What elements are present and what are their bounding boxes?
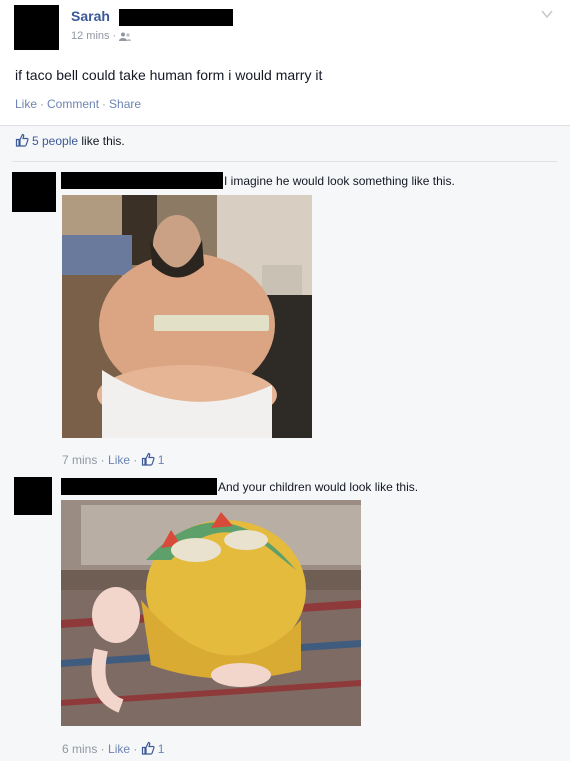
thumbs-up-icon [141, 741, 155, 755]
comment-meta: 6 mins · Like · 1 [62, 741, 165, 756]
author-name[interactable]: Sarah [71, 8, 110, 24]
post-meta: 12 mins · [71, 30, 132, 42]
redacted-surname [119, 9, 233, 26]
redacted-commenter-name [61, 172, 223, 189]
post-timestamp[interactable]: 12 mins [71, 30, 110, 42]
comment-meta: 7 mins · Like · 1 [62, 452, 165, 467]
chevron-down-icon[interactable] [541, 8, 553, 20]
comment-timestamp[interactable]: 6 mins [62, 742, 97, 756]
comment-like-count[interactable]: 1 [158, 453, 165, 467]
comment-photo[interactable] [61, 500, 361, 726]
divider [12, 161, 557, 162]
author-avatar[interactable] [14, 5, 59, 50]
thumbs-up-icon [141, 452, 155, 466]
likes-suffix: like this. [81, 134, 125, 148]
thumbs-up-icon [15, 133, 29, 147]
comment-photo[interactable] [62, 195, 312, 438]
comment-text: And your children would look like this. [218, 480, 419, 494]
post-actions: Like · Comment · Share [15, 97, 142, 111]
friends-icon[interactable] [119, 32, 132, 41]
commenter-avatar[interactable] [12, 172, 56, 212]
redacted-commenter-name [61, 478, 217, 495]
post-text: if taco bell could take human form i wou… [15, 67, 323, 83]
comment-text: I imagine he would look something like t… [224, 174, 455, 188]
share-link[interactable]: Share [109, 97, 141, 111]
comment-like-link[interactable]: Like [108, 453, 130, 467]
comment-like-link[interactable]: Like [108, 742, 130, 756]
likes-summary: 5 people like this. [15, 133, 125, 148]
comment-timestamp[interactable]: 7 mins [62, 453, 97, 467]
commenter-avatar[interactable] [14, 477, 52, 515]
like-link[interactable]: Like [15, 97, 37, 111]
comment-link[interactable]: Comment [47, 97, 99, 111]
comment-like-count[interactable]: 1 [158, 742, 165, 756]
likes-count-link[interactable]: 5 people [32, 134, 78, 148]
